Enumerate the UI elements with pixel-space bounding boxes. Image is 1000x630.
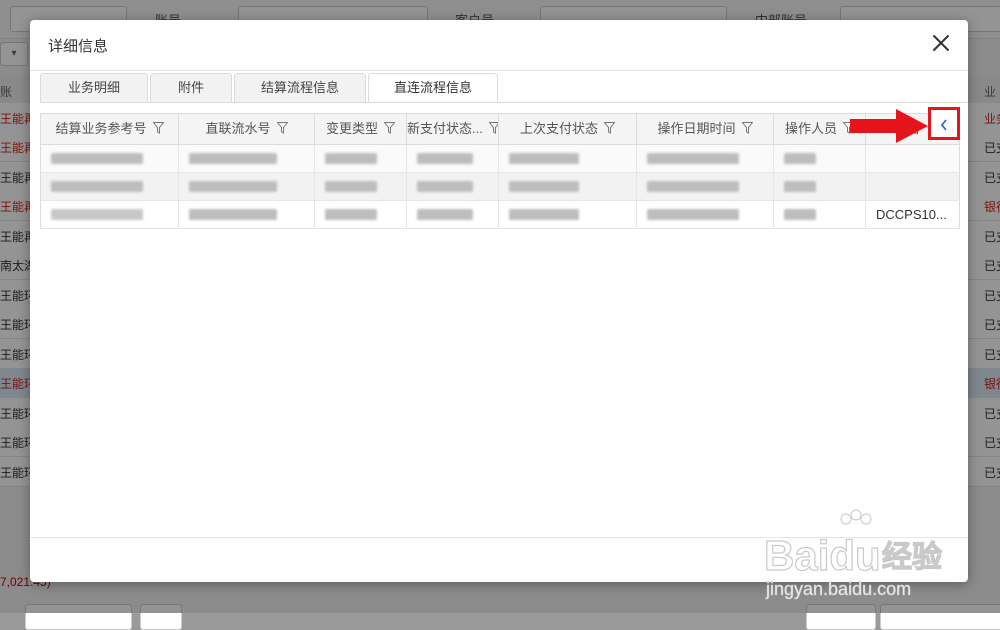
redacted-value (325, 209, 377, 220)
column-header-serial-no[interactable]: 直联流水号 (179, 114, 315, 145)
tab-settlement-flow[interactable]: 结算流程信息 (234, 73, 366, 102)
paw-logo-icon (840, 509, 872, 525)
column-header-new-status[interactable]: 新支付状态... (407, 114, 499, 145)
column-label: 变更类型 (325, 121, 378, 136)
tab-label: 业务明细 (67, 80, 120, 95)
tab-direct-flow[interactable]: 直连流程信息 (368, 73, 498, 103)
modal-title: 详细信息 (48, 38, 109, 55)
filter-icon[interactable] (275, 115, 289, 144)
table-cell (41, 201, 179, 229)
column-header-last-status[interactable]: 上次支付状态 (499, 114, 637, 145)
redacted-value (509, 181, 579, 192)
filter-icon[interactable] (383, 115, 396, 144)
table-cell (407, 145, 499, 173)
watermark-brand: Baidu (764, 532, 881, 579)
annotation-arrow-icon (850, 109, 928, 143)
table-cell (637, 173, 774, 201)
redacted-value (51, 153, 143, 164)
tab-label: 附件 (177, 80, 204, 95)
table-cell (179, 173, 315, 201)
redacted-value (784, 153, 816, 164)
table-cell (179, 145, 315, 173)
chevron-left-icon (940, 119, 947, 131)
redacted-value (189, 209, 277, 220)
filter-icon[interactable] (151, 115, 165, 144)
column-label: 操作日期时间 (657, 121, 736, 136)
table-cell (499, 173, 637, 201)
reason-value: DCCPS10... (876, 207, 947, 222)
column-label: 结算业务参考号 (55, 121, 147, 136)
redacted-value (51, 209, 143, 220)
table-cell (774, 201, 866, 229)
redacted-value (417, 153, 473, 164)
column-header-ref-no[interactable]: 结算业务参考号 (41, 114, 179, 145)
detail-modal: 详细信息 业务明细 附件 结算流程信息 直连流程信息 结算业务参考号 直联流水号… (30, 20, 968, 582)
table-cell (499, 201, 637, 229)
redacted-value (509, 209, 579, 220)
expand-columns-button[interactable] (928, 107, 960, 140)
redacted-value (189, 153, 277, 164)
column-label: 直联流水号 (205, 121, 271, 136)
column-label: 上次支付状态 (519, 121, 598, 136)
redacted-value (189, 181, 277, 192)
table-cell: DCCPS10... (866, 201, 958, 229)
baidu-jingyan-watermark: Baidu 经验 jingyan.baidu.com (763, 509, 943, 599)
redacted-value (647, 153, 739, 164)
table-cell (407, 201, 499, 229)
redacted-value (784, 181, 816, 192)
divider (40, 102, 968, 103)
table-cell (637, 145, 774, 173)
table-cell (866, 173, 958, 201)
table-cell (315, 201, 407, 229)
redacted-value (51, 181, 143, 192)
tab-label: 结算流程信息 (260, 80, 339, 95)
column-label: 操作人员 (784, 121, 837, 136)
table-cell (499, 145, 637, 173)
redacted-value (647, 209, 739, 220)
table-cell (315, 145, 407, 173)
redacted-value (417, 209, 473, 220)
table-cell (41, 145, 179, 173)
watermark-url: jingyan.baidu.com (765, 579, 911, 599)
table-cell (774, 145, 866, 173)
watermark-brand-cn: 经验 (882, 540, 942, 574)
divider (30, 70, 968, 71)
tab-business-detail[interactable]: 业务明细 (40, 73, 148, 102)
flow-grid: 结算业务参考号 直联流水号 变更类型 新支付状态... 上次支付状态 操作日期时… (40, 113, 960, 229)
table-cell (315, 173, 407, 201)
redacted-value (417, 181, 473, 192)
redacted-value (325, 153, 377, 164)
table-cell (637, 201, 774, 229)
redacted-value (647, 181, 739, 192)
filter-icon[interactable] (603, 115, 616, 144)
redacted-value (325, 181, 377, 192)
table-cell (866, 145, 958, 173)
tab-label: 直连流程信息 (393, 80, 472, 95)
table-cell (407, 173, 499, 201)
table-cell (179, 201, 315, 229)
column-header-change-type[interactable]: 变更类型 (315, 114, 407, 145)
column-label: 新支付状态... (407, 121, 483, 136)
filter-icon[interactable] (740, 115, 754, 144)
tab-attachments[interactable]: 附件 (150, 73, 232, 102)
table-cell (41, 173, 179, 201)
redacted-value (509, 153, 579, 164)
column-header-op-datetime[interactable]: 操作日期时间 (637, 114, 774, 145)
table-cell (774, 173, 866, 201)
close-icon[interactable] (928, 30, 954, 56)
filter-icon[interactable] (488, 115, 498, 144)
redacted-value (784, 209, 816, 220)
